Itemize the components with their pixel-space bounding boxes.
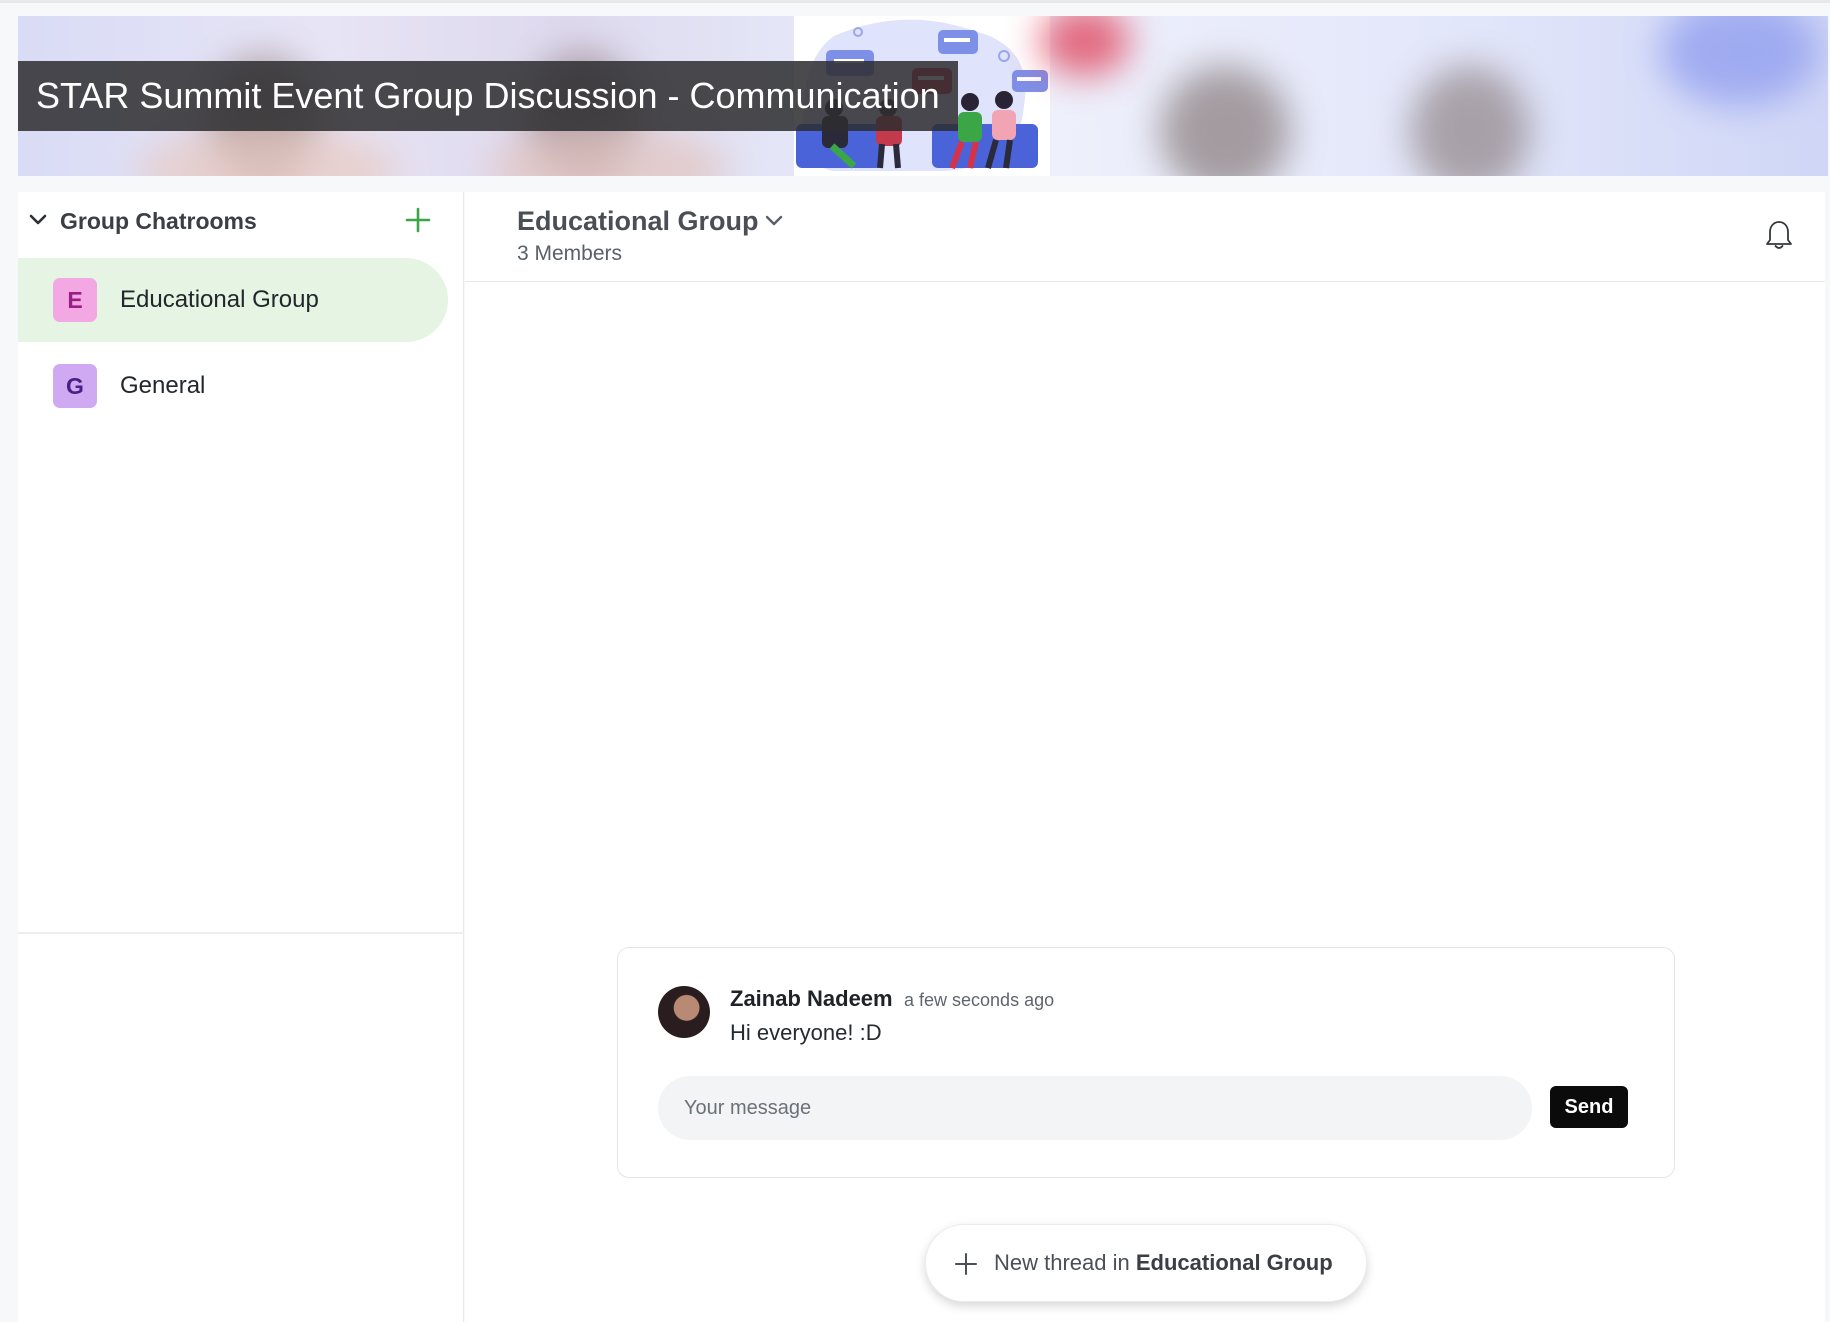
member-count[interactable]: 3 Members (517, 242, 622, 266)
chat-header: Educational Group 3 Members (465, 192, 1825, 282)
event-banner: STAR Summit Event Group Discussion - Com… (18, 16, 1828, 176)
new-thread-prefix: New thread in (994, 1250, 1130, 1275)
sidebar: Group Chatrooms E Educational Group G Ge… (18, 192, 464, 1322)
chevron-down-icon[interactable] (28, 210, 48, 230)
chat-main: Educational Group 3 Members Zainab Nadee… (465, 192, 1825, 1322)
banner-photo-right (1040, 16, 1828, 176)
message-author: Zainab Nadeem (730, 986, 893, 1011)
group-chatrooms-header[interactable]: Group Chatrooms (18, 192, 464, 250)
plus-icon (955, 1253, 977, 1275)
add-icon[interactable] (404, 206, 432, 234)
top-border (0, 0, 1830, 3)
group-chatrooms-title: Group Chatrooms (60, 208, 257, 234)
avatar (658, 986, 710, 1038)
message-timestamp: a few seconds ago (904, 990, 1055, 1010)
thread-card: Zainab Nadeem a few seconds ago Hi every… (617, 947, 1675, 1178)
page-title: STAR Summit Event Group Discussion - Com… (18, 61, 958, 131)
new-thread-group: Educational Group (1135, 1250, 1333, 1275)
message-text: Hi everyone! :D (730, 1020, 882, 1045)
sidebar-item-general[interactable]: G General (18, 344, 448, 428)
room-avatar: G (53, 364, 97, 408)
sidebar-item-label: Educational Group (120, 286, 319, 313)
divider (18, 932, 464, 934)
group-name[interactable]: Educational Group (517, 206, 759, 237)
room-avatar: E (53, 278, 97, 322)
bell-icon[interactable] (1763, 218, 1795, 252)
message-input[interactable] (658, 1076, 1532, 1140)
sidebar-item-label: General (120, 372, 206, 399)
new-thread-label: New thread in Educational Group (994, 1250, 1333, 1276)
new-thread-button[interactable]: New thread in Educational Group (925, 1224, 1367, 1302)
chevron-down-icon[interactable] (763, 210, 785, 232)
sidebar-item-educational-group[interactable]: E Educational Group (18, 258, 448, 342)
send-button[interactable]: Send (1550, 1086, 1628, 1128)
